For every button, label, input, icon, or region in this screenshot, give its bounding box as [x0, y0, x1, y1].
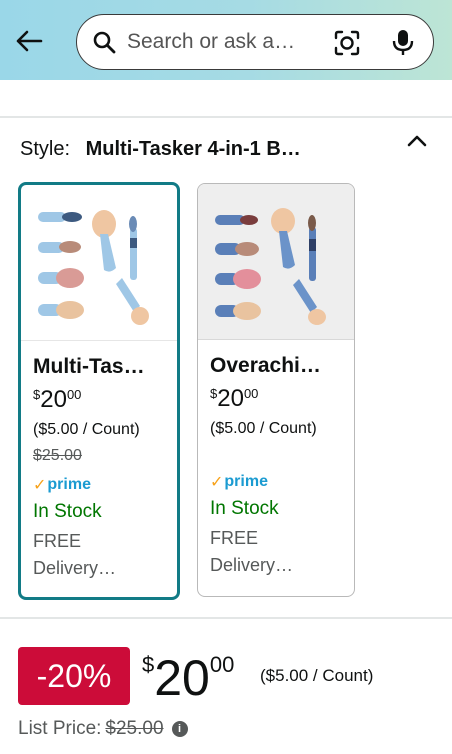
price-whole: 20 — [40, 386, 67, 413]
card-title: Overachi… — [210, 354, 321, 377]
style-value: Multi-Tasker 4-in-1 B… — [85, 138, 301, 160]
unit-price: ($5.00 / Count) — [33, 421, 140, 438]
price-whole: 20 — [154, 650, 210, 706]
prime-check-icon: ✓ — [33, 477, 47, 494]
microphone-icon[interactable] — [389, 28, 417, 58]
divider — [0, 617, 452, 619]
chevron-up-icon[interactable] — [404, 128, 430, 154]
prime-label: prime — [224, 473, 268, 490]
style-label: Style: — [20, 138, 71, 160]
list-price-row: List Price: $25.00 i — [18, 718, 188, 740]
product-image — [21, 185, 177, 341]
search-icon — [91, 29, 117, 55]
delivery-label: Delivery… — [210, 555, 294, 575]
prime-badge: ✓ prime — [210, 472, 354, 492]
list-price-label: List Price: — [18, 718, 102, 739]
search-input[interactable] — [127, 30, 323, 54]
prime-badge: ✓ prime — [33, 475, 177, 495]
price-whole: 20 — [217, 385, 244, 412]
delivery-label: Delivery… — [33, 558, 117, 578]
card-title: Multi-Tas… — [33, 355, 145, 378]
free-label: FREE — [210, 528, 259, 548]
back-arrow-icon[interactable] — [12, 24, 46, 58]
price-cents: 00 — [66, 387, 82, 402]
search-bar[interactable] — [76, 14, 434, 70]
old-price: $25.00 — [33, 447, 82, 464]
main-unit-price: ($5.00 / Count) — [260, 666, 374, 685]
previous-section-edge — [0, 80, 452, 116]
list-price-value: $25.00 — [105, 718, 164, 739]
top-header — [0, 0, 452, 80]
main-price: $2000 — [142, 650, 234, 706]
style-selector-row[interactable]: Style: Multi-Tasker 4-in-1 B… — [20, 138, 440, 166]
price-cents: 00 — [209, 652, 235, 677]
camera-lens-icon[interactable] — [333, 29, 361, 57]
currency-symbol: $ — [142, 652, 155, 677]
info-icon[interactable]: i — [171, 721, 188, 737]
price-cents: 00 — [243, 386, 259, 401]
free-label: FREE — [33, 531, 82, 551]
unit-price: ($5.00 / Count) — [210, 420, 317, 437]
style-option-card-multi-tasker[interactable]: Multi-Tas… $2000 ($5.00 / Count) $25.00 … — [18, 182, 180, 600]
prime-check-icon: ✓ — [210, 474, 224, 491]
discount-badge: -20% — [18, 647, 130, 705]
card-price: $2000 — [33, 387, 177, 413]
stock-status: In Stock — [33, 501, 102, 522]
style-option-card-overachiever[interactable]: Overachi… $2000 ($5.00 / Count) ✓ prime I… — [197, 183, 355, 597]
stock-status: In Stock — [210, 498, 279, 519]
product-image — [198, 184, 354, 340]
divider — [0, 116, 452, 118]
prime-label: prime — [47, 476, 91, 493]
card-price: $2000 — [210, 386, 354, 412]
